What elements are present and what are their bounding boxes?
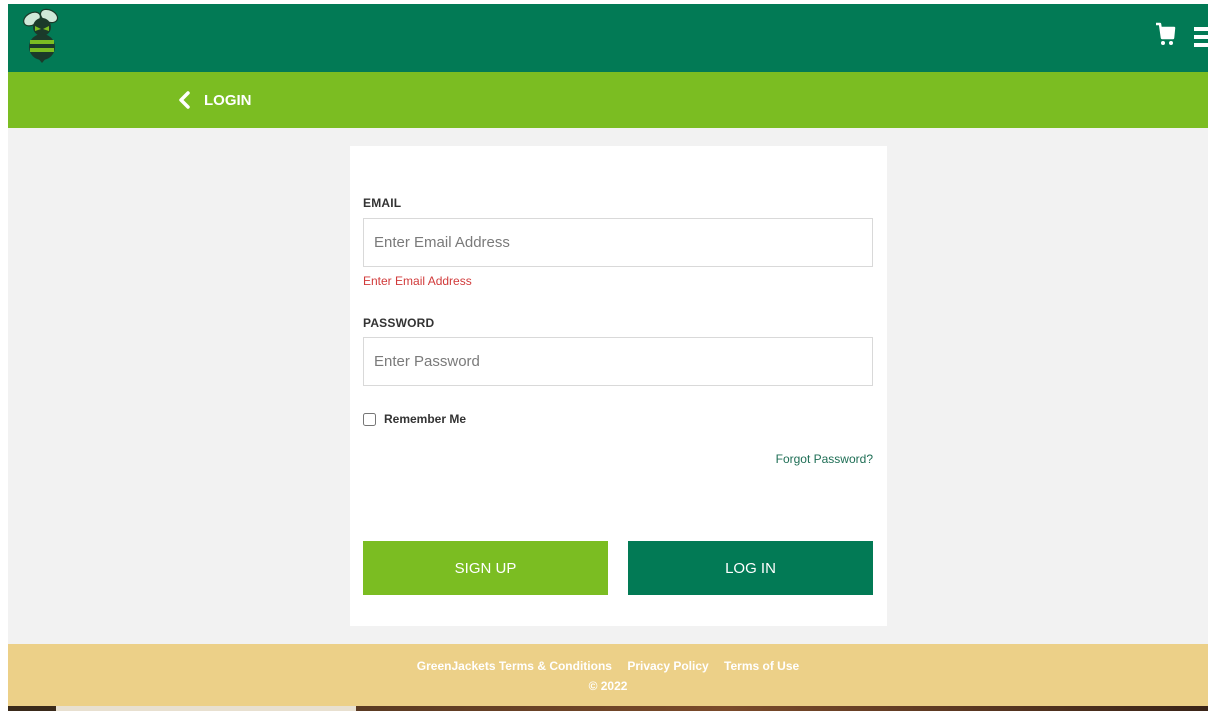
password-label: PASSWORD xyxy=(363,316,435,330)
page-header-bar: LOGIN xyxy=(8,72,1208,128)
page-footer: GreenJackets Terms & Conditions Privacy … xyxy=(8,644,1208,706)
top-header xyxy=(8,4,1208,72)
footer-links: GreenJackets Terms & Conditions Privacy … xyxy=(8,659,1208,673)
footer-link-privacy-policy[interactable]: Privacy Policy xyxy=(627,659,708,673)
page-title: LOGIN xyxy=(204,91,252,109)
remember-me-option[interactable]: Remember Me xyxy=(363,412,466,426)
app-frame: LOGIN EMAIL Enter Email Address PASSWORD… xyxy=(8,4,1208,711)
yellowjacket-mascot-icon[interactable] xyxy=(22,7,62,63)
email-field[interactable] xyxy=(363,218,873,267)
copyright-text: © 2022 xyxy=(588,679,628,693)
email-error-message: Enter Email Address xyxy=(363,274,472,288)
bottom-image-strip xyxy=(8,706,1208,711)
sign-up-button[interactable]: SIGN UP xyxy=(363,541,608,595)
footer-link-terms-of-use[interactable]: Terms of Use xyxy=(724,659,799,673)
back-link[interactable]: LOGIN xyxy=(178,72,252,128)
remember-me-checkbox[interactable] xyxy=(363,412,376,426)
chevron-left-icon xyxy=(179,91,190,109)
email-label: EMAIL xyxy=(363,196,402,210)
log-in-button[interactable]: LOG IN xyxy=(628,541,873,595)
shopping-cart-icon[interactable] xyxy=(1154,22,1176,48)
login-card: EMAIL Enter Email Address PASSWORD Remem… xyxy=(350,146,887,626)
forgot-password-link[interactable]: Forgot Password? xyxy=(776,452,873,466)
footer-link-terms-conditions[interactable]: GreenJackets Terms & Conditions xyxy=(417,659,612,673)
hamburger-menu-icon[interactable] xyxy=(1194,26,1208,48)
remember-me-label: Remember Me xyxy=(384,412,467,426)
password-field[interactable] xyxy=(363,337,873,386)
